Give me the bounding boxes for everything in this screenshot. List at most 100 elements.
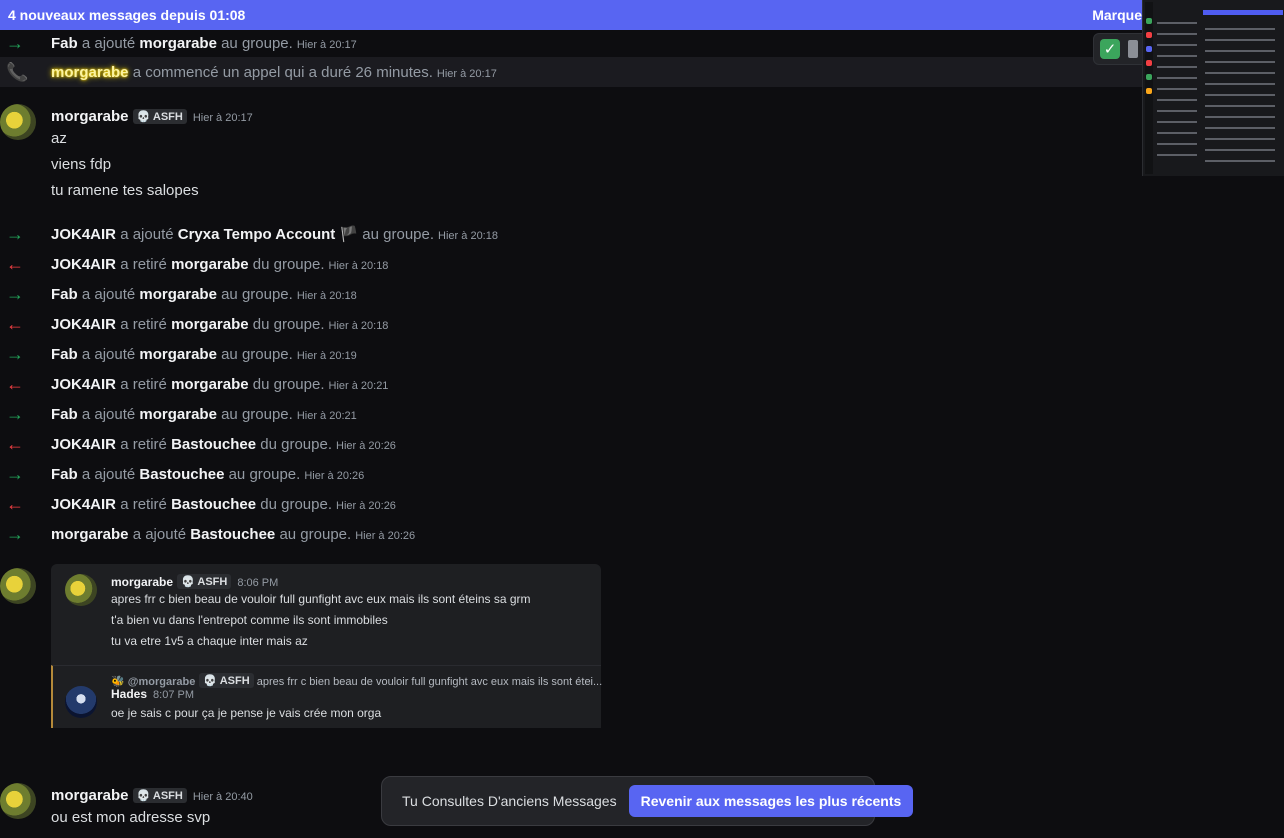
thumbnail-line	[1157, 121, 1197, 123]
event-target[interactable]: Bastouchee	[171, 436, 256, 453]
event-target[interactable]: morgarabe	[171, 376, 249, 393]
avatar[interactable]	[0, 104, 36, 140]
avatar[interactable]	[65, 686, 97, 718]
event-target[interactable]: morgarabe	[139, 346, 217, 363]
thumbnail-line	[1157, 110, 1197, 112]
thumbnail-line	[1205, 137, 1275, 140]
system-event-text: JOK4AIR a ajouté Cryxa Tempo Account 🏴 a…	[51, 226, 498, 243]
embed-line: t'a bien vu dans l'entrepot comme ils so…	[111, 613, 388, 627]
skull-icon: 💀	[203, 675, 218, 687]
reply-text: oe je sais c pour ça je pense je vais cr…	[111, 706, 382, 720]
system-event-row: → morgarabe a ajouté Bastouchee au groupe…	[0, 519, 1150, 549]
event-actor[interactable]: JOK4AIR	[51, 436, 116, 453]
event-time: Hier à 20:18	[328, 259, 389, 272]
event-time: Hier à 20:17	[436, 67, 497, 80]
thumbnail-server-icon	[1146, 32, 1152, 38]
embed-time: 8:06 PM	[237, 577, 279, 589]
message-author[interactable]: morgarabe 💀 ASFH Hier à 20:17	[51, 108, 253, 125]
thumbnail-line	[1205, 159, 1275, 162]
event-actor[interactable]: morgarabe	[51, 526, 129, 543]
screen-share-thumbnail[interactable]	[1142, 0, 1284, 176]
thumbnail-line	[1157, 33, 1197, 35]
system-event-text: Fab a ajouté morgarabe au groupe. Hier à …	[51, 345, 357, 363]
arrow-right-icon: →	[6, 343, 24, 364]
avatar[interactable]	[0, 783, 36, 819]
event-target[interactable]: morgarabe	[139, 35, 217, 52]
server-tag: 💀 ASFH	[132, 109, 187, 124]
event-target[interactable]: Cryxa Tempo Account	[178, 226, 336, 243]
arrow-right-icon: →	[6, 283, 24, 304]
thumbnail-line	[1157, 132, 1197, 134]
reply-reference[interactable]: 🐝 @morgarabe 💀 ASFH apres frr c bien beau…	[111, 673, 602, 688]
server-tag: 💀 ASFH	[132, 788, 187, 803]
message-time: Hier à 20:17	[192, 112, 253, 124]
system-event-text: Fab a ajouté Bastouchee au groupe. Hier à…	[51, 465, 365, 483]
thumbnail-line	[1157, 55, 1197, 57]
reply-author[interactable]: Hades 8:07 PM	[111, 687, 194, 701]
event-actor[interactable]: JOK4AIR	[51, 226, 116, 243]
event-target[interactable]: morgarabe	[139, 286, 217, 303]
thumbnail-line	[1157, 44, 1197, 46]
message-line: ou est mon adresse svp	[51, 809, 211, 826]
message-author[interactable]: morgarabe 💀 ASFH Hier à 20:40	[51, 787, 253, 804]
system-event-row: → Fab a ajouté morgarabe au groupe. Hier à…	[0, 399, 1150, 429]
thumbnail-server-icon	[1146, 18, 1152, 24]
event-time: Hier à 20:26	[355, 529, 416, 542]
arrow-right-icon: →	[6, 523, 24, 544]
jump-to-present-bar: Tu Consultes D'anciens Messages Revenir …	[381, 776, 914, 826]
mark-as-read-button[interactable]: Marque	[1092, 7, 1142, 23]
thumbnail-line	[1157, 77, 1197, 79]
message-actions: ✓	[1093, 33, 1148, 65]
system-event-row: ← JOK4AIR a retiré morgarabe du groupe. Hi…	[0, 309, 1150, 339]
event-target[interactable]: morgarabe	[171, 256, 249, 273]
event-target[interactable]: morgarabe	[171, 316, 249, 333]
event-actor[interactable]: JOK4AIR	[51, 376, 116, 393]
check-icon[interactable]: ✓	[1100, 39, 1120, 59]
thumbnail-line	[1157, 22, 1197, 24]
avatar[interactable]	[0, 568, 36, 604]
event-actor[interactable]: Fab	[51, 346, 78, 363]
event-actor[interactable]: JOK4AIR	[51, 316, 116, 333]
event-actor[interactable]: Fab	[51, 35, 78, 52]
arrow-right-icon: →	[6, 223, 24, 244]
system-event-row: ← JOK4AIR a retiré Bastouchee du groupe. H…	[0, 489, 1150, 519]
event-actor[interactable]: Fab	[51, 286, 78, 303]
new-messages-bar[interactable]: 4 nouveaux messages depuis 01:08 Marque	[0, 0, 1284, 30]
event-target[interactable]: Bastouchee	[139, 466, 224, 483]
message-time: Hier à 20:40	[192, 791, 253, 803]
event-time: Hier à 20:21	[296, 409, 357, 422]
message-line: viens fdp	[51, 156, 112, 173]
forwarded-message-embed[interactable]: morgarabe 💀 ASFH 8:06 PM apres frr c bien b…	[51, 564, 602, 728]
event-target[interactable]: Bastouchee	[190, 526, 275, 543]
event-actor[interactable]: morgarabe	[51, 64, 129, 81]
call-event-text: morgarabe a commencé un appel qui a duré…	[51, 63, 497, 81]
event-actor[interactable]: Fab	[51, 466, 78, 483]
event-target[interactable]: morgarabe	[139, 406, 217, 423]
event-time: Hier à 20:19	[296, 349, 357, 362]
reply-time: 8:07 PM	[153, 689, 194, 701]
event-time: Hier à 20:26	[304, 469, 365, 482]
reply-block: 🐝 @morgarabe 💀 ASFH apres frr c bien beau…	[51, 665, 602, 728]
system-event-row: ← JOK4AIR a retiré morgarabe du groupe. Hi…	[0, 369, 1150, 399]
embed-author[interactable]: morgarabe 💀 ASFH 8:06 PM	[111, 574, 278, 589]
skull-icon: 💀	[136, 111, 151, 123]
event-actor[interactable]: Fab	[51, 406, 78, 423]
event-actor[interactable]: JOK4AIR	[51, 496, 116, 513]
thumbnail-line	[1157, 154, 1197, 156]
jump-to-present-button[interactable]: Revenir aux messages les plus récents	[628, 785, 914, 817]
flag-icon[interactable]	[1128, 40, 1138, 58]
thumbnail-header	[1203, 10, 1283, 15]
thumbnail-server-icon	[1146, 60, 1152, 66]
event-target[interactable]: Bastouchee	[171, 496, 256, 513]
avatar[interactable]	[65, 574, 97, 606]
thumbnail-line	[1205, 60, 1275, 63]
thumbnail-line	[1157, 99, 1197, 101]
arrow-left-icon: ←	[6, 433, 24, 454]
event-time: Hier à 20:21	[328, 379, 389, 392]
event-actor[interactable]: JOK4AIR	[51, 256, 116, 273]
call-event-row: 📞 morgarabe a commencé un appel qui a dur…	[0, 57, 1150, 87]
thumbnail-line	[1205, 49, 1275, 52]
thumbnail-line	[1205, 38, 1275, 41]
thumbnail-line	[1205, 71, 1275, 74]
system-event-row: → Fab a ajouté morgarabe au groupe. Hier à…	[0, 339, 1150, 369]
